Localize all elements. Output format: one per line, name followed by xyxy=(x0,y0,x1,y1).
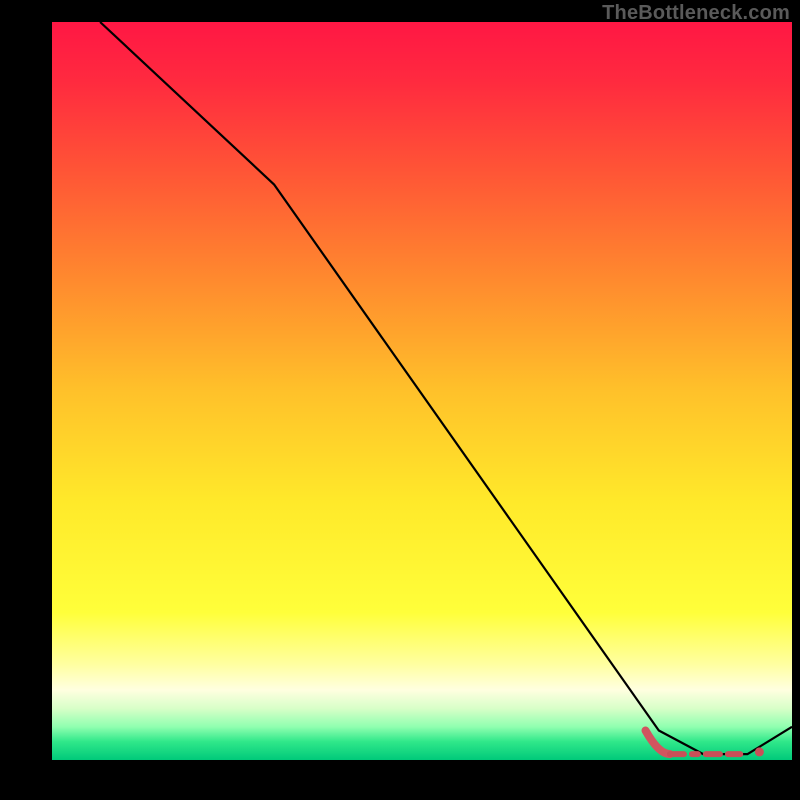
flat-region-end-dot xyxy=(755,747,764,756)
plot-background xyxy=(52,22,792,760)
bottleneck-chart xyxy=(0,0,800,800)
watermark-text: TheBottleneck.com xyxy=(602,2,790,25)
chart-stage: TheBottleneck.com xyxy=(0,0,800,800)
